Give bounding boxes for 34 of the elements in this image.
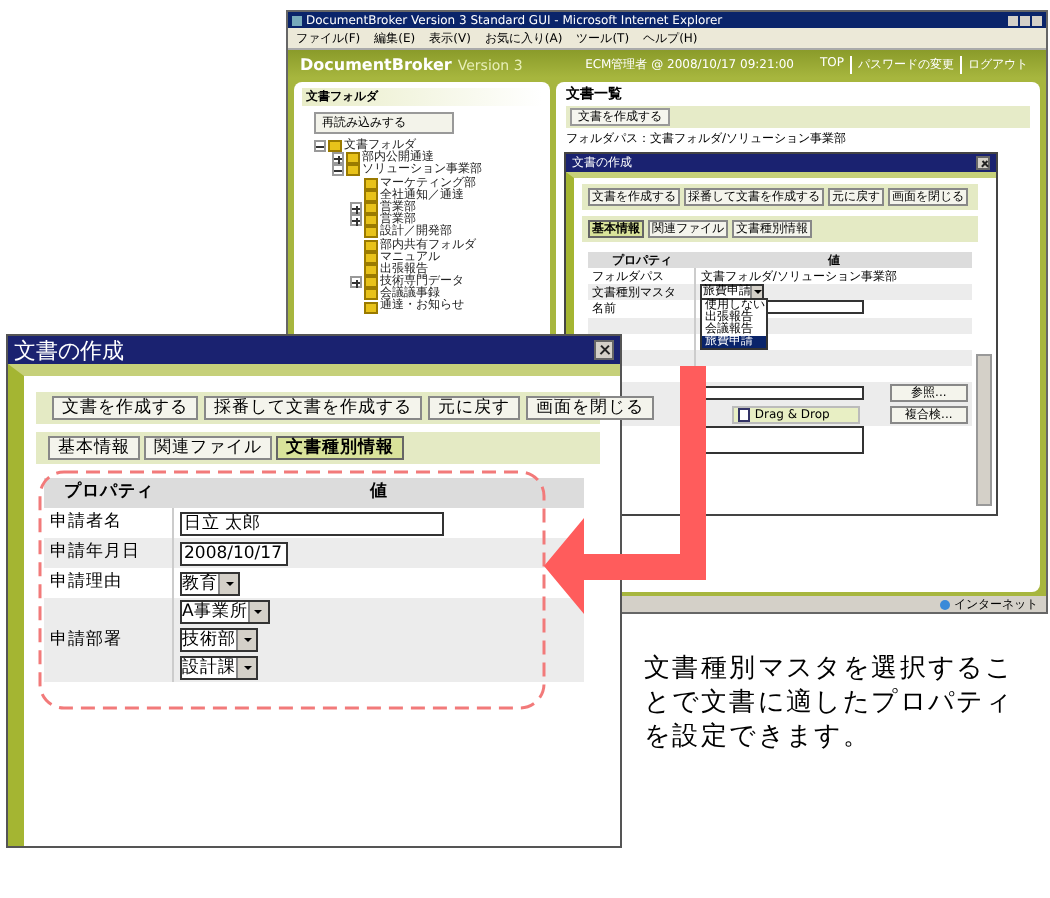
dialog-title: 文書の作成 (14, 335, 124, 365)
dropdown[interactable]: 設計課 (180, 656, 258, 680)
dropdown[interactable]: 教育 (180, 571, 240, 595)
action-button[interactable]: 画面を閉じる (526, 396, 654, 420)
expand-toggle-icon[interactable] (350, 276, 362, 289)
dropdown[interactable]: A事業所 (180, 600, 270, 624)
brand-name: DocumentBroker (300, 55, 452, 73)
file-field[interactable] (700, 386, 865, 400)
collapse-toggle-icon[interactable] (332, 164, 344, 177)
property-label: 申請年月日 (44, 538, 173, 568)
browser-icon (292, 15, 302, 25)
text-area[interactable] (700, 426, 865, 454)
column-header: プロパティ (44, 478, 173, 508)
action-button[interactable]: 元に戻す (428, 396, 520, 420)
column-header: 値 (173, 478, 584, 508)
expand-toggle-icon[interactable] (350, 202, 362, 215)
tab[interactable]: 基本情報 (48, 436, 140, 460)
text-field[interactable]: 2008/10/17 (180, 541, 288, 565)
dropdown[interactable]: 技術部 (180, 628, 258, 652)
scrollbar[interactable] (976, 354, 992, 506)
expand-toggle-icon[interactable] (332, 152, 344, 165)
tab[interactable]: 関連ファイル (144, 436, 272, 460)
text-field[interactable]: 日立 太郎 (180, 511, 444, 535)
collapse-toggle-icon[interactable] (314, 140, 326, 153)
tab[interactable]: 文書種別情報 (276, 436, 404, 460)
close-icon[interactable] (976, 156, 990, 170)
caption-text: 文書種別マスタを選択することで文書に適したプロパティを設定できます。 (644, 652, 1016, 754)
close-icon[interactable] (594, 340, 614, 360)
action-button[interactable]: 採番して文書を作成する (204, 396, 422, 420)
document-icon (738, 408, 751, 422)
expand-toggle-icon[interactable] (350, 214, 362, 227)
globe-icon (940, 599, 950, 609)
property-label: 申請部署 (44, 598, 173, 682)
action-button[interactable]: 文書を作成する (52, 396, 198, 420)
